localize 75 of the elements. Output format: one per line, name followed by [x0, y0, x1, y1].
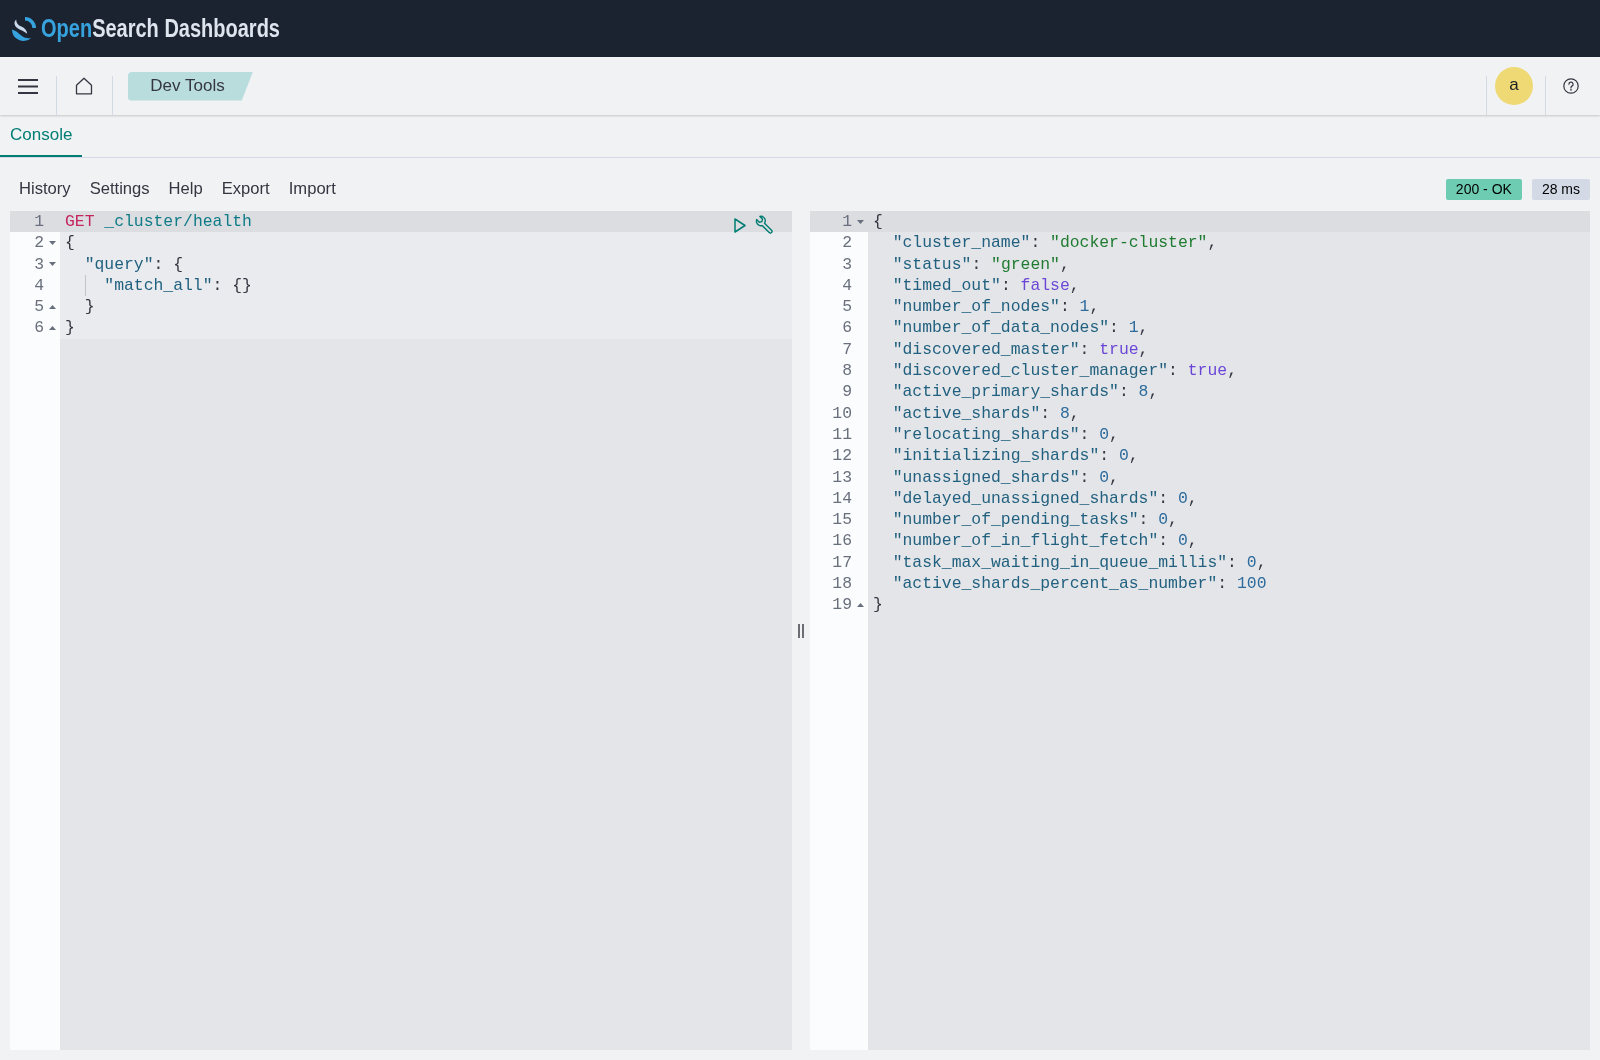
status-badge: 200 - OK	[1445, 178, 1522, 200]
code-line: "match_all": {}	[104, 274, 252, 297]
code-line: }	[873, 594, 883, 616]
line-number: 15	[832, 509, 852, 531]
code-line: "task_max_waiting_in_queue_millis": 0,	[892, 551, 1267, 574]
code-line: "unassigned_shards": 0,	[892, 466, 1119, 488]
brand-name: OpenSearch Dashboards	[41, 16, 280, 41]
line-number: 4	[34, 274, 44, 297]
code-line: "active_shards_percent_as_number": 100	[892, 573, 1267, 595]
caret-down-icon[interactable]	[856, 219, 864, 224]
code-line: "initializing_shards": 0,	[892, 445, 1139, 467]
resize-handle-icon[interactable]	[798, 623, 804, 638]
code-line: "relocating_shards": 0,	[892, 423, 1119, 446]
code-line: "number_of_in_flight_fetch": 0,	[892, 530, 1198, 552]
toolbar-menu-item[interactable]: Help	[168, 175, 203, 203]
line-number: 5	[842, 296, 852, 318]
code-line: "active_primary_shards": 8,	[892, 381, 1159, 403]
code-line: }	[65, 317, 75, 339]
wrench-icon[interactable]	[754, 215, 774, 235]
line-number: 3	[842, 253, 852, 275]
help-icon	[1563, 78, 1579, 94]
line-number: 4	[842, 274, 852, 297]
caret-down-icon[interactable]	[48, 240, 56, 245]
code-line: GET _cluster/health	[65, 211, 252, 233]
line-number: 2	[842, 232, 852, 254]
line-number: 5	[34, 296, 44, 318]
line-number: 11	[832, 423, 852, 446]
duration-badge: 28 ms	[1531, 178, 1590, 200]
line-number: 3	[34, 253, 44, 275]
line-number: 10	[832, 402, 852, 424]
toolbar-menu-item[interactable]: Settings	[89, 175, 150, 203]
home-icon	[75, 77, 93, 95]
play-icon[interactable]	[734, 217, 746, 233]
code-line: "delayed_unassigned_shards": 0,	[892, 487, 1198, 510]
code-line: "number_of_nodes": 1,	[892, 296, 1100, 318]
code-line: "cluster_name": "docker-cluster",	[892, 232, 1218, 254]
line-number: 6	[842, 317, 852, 339]
line-number: 9	[842, 381, 852, 403]
line-number: 13	[832, 466, 852, 488]
code-line: "discovered_cluster_manager": true,	[892, 360, 1237, 382]
help-button[interactable]	[1561, 76, 1581, 96]
toolbar-menu-item[interactable]: Export	[221, 175, 270, 203]
user-avatar[interactable]: a	[1495, 67, 1533, 105]
caret-up-icon[interactable]	[856, 603, 864, 607]
line-number: 2	[34, 232, 44, 254]
caret-up-icon[interactable]	[48, 304, 56, 309]
line-number: 16	[832, 530, 852, 552]
console-tab[interactable]: Console	[0, 115, 82, 157]
breadcrumb-item: Dev Tools	[128, 71, 253, 101]
menu-icon	[18, 78, 38, 94]
line-number: 8	[842, 360, 852, 382]
code-line: "timed_out": false,	[892, 274, 1080, 297]
code-line: "number_of_pending_tasks": 0,	[892, 509, 1178, 531]
line-number: 1	[842, 211, 852, 233]
code-line: "discovered_master": true,	[892, 338, 1149, 361]
line-number: 14	[832, 487, 852, 510]
code-line: "status": "green",	[892, 253, 1070, 275]
toolbar-menu-item[interactable]: Import	[288, 175, 336, 203]
code-line: {	[65, 232, 75, 254]
line-number: 19	[832, 594, 852, 616]
code-line: "active_shards": 8,	[892, 402, 1080, 424]
line-number: 18	[832, 573, 852, 595]
toolbar-menu-item[interactable]: History	[19, 175, 71, 203]
line-number: 6	[34, 317, 44, 339]
code-line: {	[873, 211, 883, 233]
line-number: 17	[832, 551, 852, 574]
line-number: 1	[34, 211, 44, 233]
code-line: "number_of_data_nodes": 1,	[892, 317, 1149, 339]
caret-up-icon[interactable]	[48, 326, 56, 331]
line-number: 7	[842, 338, 852, 361]
caret-down-icon[interactable]	[48, 262, 56, 267]
code-line: }	[84, 296, 95, 318]
logo-icon	[11, 15, 37, 42]
line-number: 12	[832, 445, 852, 467]
code-line: "query": {	[84, 253, 184, 275]
